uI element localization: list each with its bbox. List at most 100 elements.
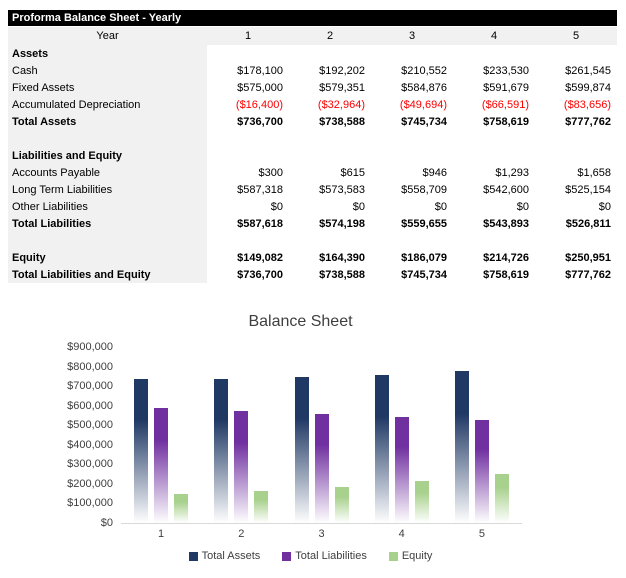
value-cell[interactable]: $579,351 <box>289 79 371 96</box>
value-cell[interactable]: $591,679 <box>453 79 535 96</box>
value-cell[interactable]: $758,619 <box>453 113 535 130</box>
value-cell[interactable]: $542,600 <box>453 181 535 198</box>
value-cell[interactable] <box>453 45 535 62</box>
value-cell[interactable]: $214,726 <box>453 249 535 266</box>
value-cell[interactable]: $738,588 <box>289 113 371 130</box>
value-cell[interactable] <box>535 147 617 164</box>
value-cell[interactable] <box>371 232 453 249</box>
value-cell[interactable] <box>371 45 453 62</box>
row-label[interactable]: Total Liabilities <box>8 215 207 232</box>
year-column-header[interactable]: 5 <box>535 27 617 45</box>
value-cell[interactable] <box>535 232 617 249</box>
value-cell[interactable]: $777,762 <box>535 266 617 283</box>
value-cell[interactable]: $0 <box>535 198 617 215</box>
value-cell[interactable]: ($66,591) <box>453 96 535 113</box>
value-cell[interactable]: $250,951 <box>535 249 617 266</box>
year-column-header[interactable]: 2 <box>289 27 371 45</box>
y-axis: $0 $100,000 $200,000 $300,000 $400,000 $500,0… <box>63 341 113 529</box>
legend-label: Total Assets <box>201 550 261 562</box>
value-cell[interactable]: $758,619 <box>453 266 535 283</box>
value-cell[interactable] <box>207 45 289 62</box>
value-cell[interactable] <box>207 147 289 164</box>
value-cell[interactable] <box>453 147 535 164</box>
value-cell[interactable] <box>371 130 453 147</box>
value-cell[interactable]: $584,876 <box>371 79 453 96</box>
value-cell[interactable]: ($83,656) <box>535 96 617 113</box>
value-cell[interactable]: $543,893 <box>453 215 535 232</box>
value-cell[interactable]: ($16,400) <box>207 96 289 113</box>
year-column-header[interactable]: 4 <box>453 27 535 45</box>
value-cell[interactable]: $738,588 <box>289 266 371 283</box>
row-label[interactable]: Assets <box>8 45 207 62</box>
value-cell[interactable] <box>289 130 371 147</box>
row-label[interactable] <box>8 130 207 147</box>
value-cell[interactable]: $526,811 <box>535 215 617 232</box>
value-cell[interactable]: $599,874 <box>535 79 617 96</box>
table-row: Cash $178,100 $192,202 $210,552 $233,530 $261… <box>8 62 617 79</box>
value-cell[interactable]: $0 <box>207 198 289 215</box>
year-column-header[interactable]: 1 <box>207 27 289 45</box>
value-cell[interactable]: $261,545 <box>535 62 617 79</box>
total-liabilities-bar <box>314 414 329 523</box>
value-cell[interactable]: $573,583 <box>289 181 371 198</box>
value-cell[interactable] <box>453 232 535 249</box>
value-cell[interactable]: $946 <box>371 164 453 181</box>
value-cell[interactable]: ($49,694) <box>371 96 453 113</box>
row-label[interactable]: Long Term Liabilities <box>8 181 207 198</box>
value-cell[interactable]: $615 <box>289 164 371 181</box>
row-label[interactable]: Accounts Payable <box>8 164 207 181</box>
year-column-header[interactable]: 3 <box>371 27 453 45</box>
value-cell[interactable]: $233,530 <box>453 62 535 79</box>
value-cell[interactable]: $777,762 <box>535 113 617 130</box>
row-label[interactable]: Total Liabilities and Equity <box>8 266 207 283</box>
value-cell[interactable]: $0 <box>289 198 371 215</box>
row-label[interactable]: Fixed Assets <box>8 79 207 96</box>
value-cell[interactable] <box>289 147 371 164</box>
value-cell[interactable]: $1,293 <box>453 164 535 181</box>
value-cell[interactable]: ($32,964) <box>289 96 371 113</box>
table-row: Total Liabilities and Equity $736,700 $738… <box>8 266 617 283</box>
value-cell[interactable]: $178,100 <box>207 62 289 79</box>
total-liabilities-bar <box>394 417 409 523</box>
value-cell[interactable]: $192,202 <box>289 62 371 79</box>
value-cell[interactable]: $558,709 <box>371 181 453 198</box>
value-cell[interactable] <box>289 45 371 62</box>
value-cell[interactable] <box>371 147 453 164</box>
value-cell[interactable]: $587,318 <box>207 181 289 198</box>
value-cell[interactable] <box>535 130 617 147</box>
value-cell[interactable] <box>535 45 617 62</box>
value-cell[interactable] <box>289 232 371 249</box>
value-cell[interactable]: $1,658 <box>535 164 617 181</box>
row-label[interactable] <box>8 232 207 249</box>
legend-item: Equity <box>388 550 432 562</box>
value-cell[interactable]: $164,390 <box>289 249 371 266</box>
total-liabilities-bar <box>154 408 169 523</box>
value-cell[interactable] <box>453 130 535 147</box>
value-cell[interactable]: $575,000 <box>207 79 289 96</box>
value-cell[interactable]: $574,198 <box>289 215 371 232</box>
value-cell[interactable]: $149,082 <box>207 249 289 266</box>
value-cell[interactable]: $736,700 <box>207 113 289 130</box>
year-label[interactable]: Year <box>8 27 207 45</box>
x-axis-tick-label: 3 <box>318 528 325 540</box>
value-cell[interactable]: $0 <box>453 198 535 215</box>
value-cell[interactable]: $186,079 <box>371 249 453 266</box>
value-cell[interactable]: $745,734 <box>371 113 453 130</box>
value-cell[interactable]: $525,154 <box>535 181 617 198</box>
value-cell[interactable]: $210,552 <box>371 62 453 79</box>
row-label[interactable]: Cash <box>8 62 207 79</box>
row-label[interactable]: Liabilities and Equity <box>8 147 207 164</box>
value-cell[interactable]: $559,655 <box>371 215 453 232</box>
value-cell[interactable] <box>207 130 289 147</box>
x-axis-tick-label: 4 <box>398 528 405 540</box>
value-cell[interactable]: $0 <box>371 198 453 215</box>
value-cell[interactable]: $300 <box>207 164 289 181</box>
row-label[interactable]: Equity <box>8 249 207 266</box>
row-label[interactable]: Other Liabilities <box>8 198 207 215</box>
value-cell[interactable]: $745,734 <box>371 266 453 283</box>
value-cell[interactable]: $587,618 <box>207 215 289 232</box>
value-cell[interactable]: $736,700 <box>207 266 289 283</box>
value-cell[interactable] <box>207 232 289 249</box>
row-label[interactable]: Total Assets <box>8 113 207 130</box>
row-label[interactable]: Accumulated Depreciation <box>8 96 207 113</box>
